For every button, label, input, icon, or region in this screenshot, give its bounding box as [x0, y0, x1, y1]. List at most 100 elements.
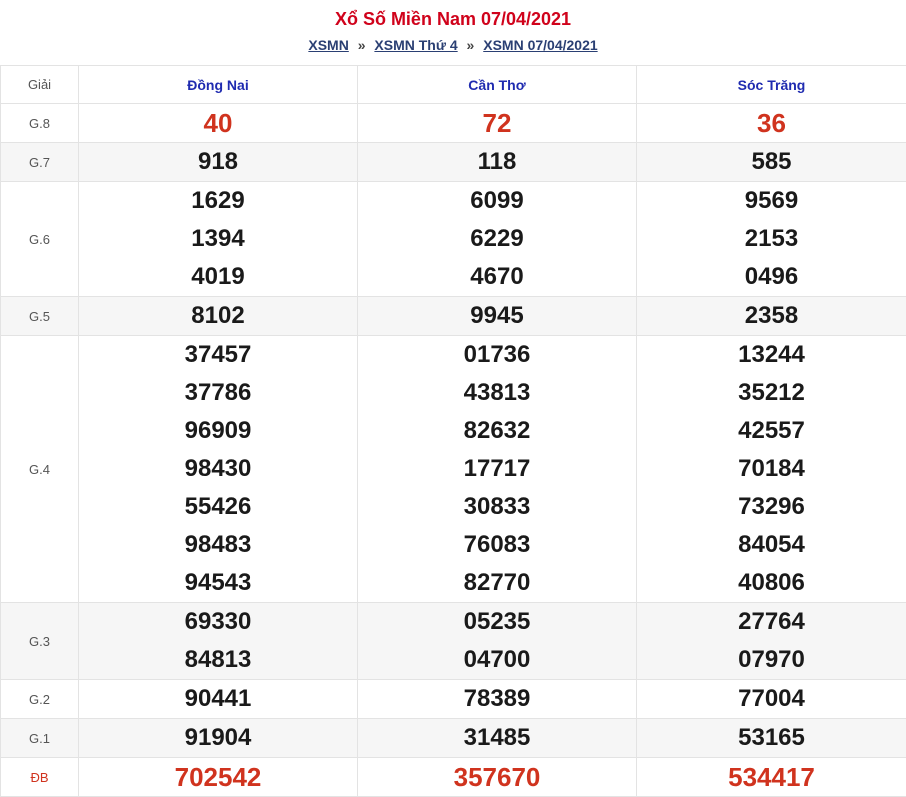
result-cell: 69330 84813: [78, 602, 358, 680]
result-number: 94543: [184, 569, 252, 596]
result-number: 55426: [184, 493, 252, 520]
result-cell: 31485: [357, 718, 637, 758]
prize-label: G.5: [0, 296, 79, 336]
breadcrumb-separator: »: [466, 37, 475, 53]
result-number: 37457: [184, 341, 252, 368]
breadcrumb-link-xsmn[interactable]: XSMN: [308, 37, 348, 53]
result-number: 82632: [463, 417, 531, 444]
result-number: 70184: [738, 455, 805, 482]
table-row: G.5 8102 9945 2358: [0, 296, 906, 336]
result-number: 98483: [184, 531, 252, 558]
result-cell: 2358: [636, 296, 906, 336]
result-cell: 01736 43813 82632 17717 30833 76083 82770: [357, 335, 637, 603]
result-cell: 37457 37786 96909 98430 55426 98483 94543: [78, 335, 358, 603]
table-row: G.4 37457 37786 96909 98430 55426 98483 94543 01…: [0, 335, 906, 603]
result-number: 05235: [463, 608, 531, 635]
prize-label: G.2: [0, 679, 79, 719]
page-header: Xổ Số Miền Nam 07/04/2021 XSMN » XSMN Th…: [0, 0, 906, 65]
result-number: 91904: [184, 724, 252, 751]
results-body: G.8 40 72 36 G.7 918 118 585 G.6 1629 1394 4019 6099…: [0, 103, 906, 797]
result-number: 357670: [453, 762, 541, 792]
prize-label: G.8: [0, 103, 79, 143]
result-number: 90441: [184, 685, 252, 712]
result-number: 9569: [744, 187, 799, 214]
result-number: 96909: [184, 417, 252, 444]
result-number: 9945: [470, 302, 524, 329]
result-cell: 918: [78, 142, 358, 182]
result-number: 6099: [470, 187, 524, 214]
result-cell: 118: [357, 142, 637, 182]
table-header-row: Giải Đồng Nai Cần Thơ Sóc Trăng: [0, 65, 906, 104]
results-table: Giải Đồng Nai Cần Thơ Sóc Trăng G.8 40 72 3…: [0, 65, 906, 797]
result-number: 35212: [738, 379, 805, 406]
result-cell: 05235 04700: [357, 602, 637, 680]
breadcrumb: XSMN » XSMN Thứ 4 » XSMN 07/04/2021: [0, 36, 906, 54]
prize-label: G.1: [0, 718, 79, 758]
result-number: 04700: [463, 646, 531, 673]
result-cell: 77004: [636, 679, 906, 719]
result-number: 0496: [744, 263, 799, 290]
result-number: 8102: [191, 302, 245, 329]
result-number: 27764: [738, 608, 805, 635]
result-number: 2358: [744, 302, 799, 329]
result-number: 1394: [191, 225, 245, 252]
result-number: 84054: [738, 531, 805, 558]
result-number: 73296: [738, 493, 805, 520]
result-cell: 357670: [357, 757, 637, 797]
breadcrumb-link-xsmn-date[interactable]: XSMN 07/04/2021: [483, 37, 597, 53]
result-cell: 702542: [78, 757, 358, 797]
result-cell: 585: [636, 142, 906, 182]
result-cell: 40: [78, 103, 358, 143]
province-header-soc-trang[interactable]: Sóc Trăng: [636, 65, 906, 104]
result-number: 585: [751, 148, 792, 175]
result-number: 13244: [738, 341, 805, 368]
result-cell: 36: [636, 103, 906, 143]
result-cell: 27764 07970: [636, 602, 906, 680]
result-number: 31485: [463, 724, 531, 751]
result-cell: 91904: [78, 718, 358, 758]
result-cell: 1629 1394 4019: [78, 181, 358, 297]
prize-label: G.7: [0, 142, 79, 182]
result-cell: 8102: [78, 296, 358, 336]
table-row: G.8 40 72 36: [0, 103, 906, 143]
result-number: 36: [757, 108, 786, 138]
result-number: 78389: [463, 685, 531, 712]
result-number: 69330: [184, 608, 252, 635]
result-number: 118: [477, 148, 517, 175]
prize-label: ĐB: [0, 757, 79, 797]
province-header-dong-nai[interactable]: Đồng Nai: [78, 65, 358, 104]
result-number: 43813: [463, 379, 531, 406]
breadcrumb-separator: »: [357, 37, 366, 53]
result-number: 72: [482, 108, 512, 138]
result-number: 82770: [463, 569, 531, 596]
prize-label: G.3: [0, 602, 79, 680]
result-number: 17717: [463, 455, 531, 482]
table-row: G.3 69330 84813 05235 04700 27764 07970: [0, 602, 906, 680]
prize-column-header: Giải: [0, 65, 79, 104]
breadcrumb-link-xsmn-thu-4[interactable]: XSMN Thứ 4: [374, 37, 457, 53]
result-number: 77004: [738, 685, 805, 712]
result-cell: 53165: [636, 718, 906, 758]
result-number: 40806: [738, 569, 805, 596]
result-number: 84813: [184, 646, 252, 673]
result-cell: 9569 2153 0496: [636, 181, 906, 297]
result-number: 918: [197, 148, 239, 175]
table-row: G.6 1629 1394 4019 6099 6229 4670 9569 2153 0496: [0, 181, 906, 297]
table-row: G.7 918 118 585: [0, 142, 906, 182]
result-number: 4670: [470, 263, 524, 290]
result-number: 4019: [191, 263, 245, 290]
table-row: ĐB 702542 357670 534417: [0, 757, 906, 797]
table-row: G.2 90441 78389 77004: [0, 679, 906, 719]
province-header-can-tho[interactable]: Cần Thơ: [357, 65, 637, 104]
prize-label: G.4: [0, 335, 79, 603]
result-number: 98430: [184, 455, 252, 482]
result-number: 07970: [738, 646, 805, 673]
result-cell: 13244 35212 42557 70184 73296 84054 40806: [636, 335, 906, 603]
result-cell: 6099 6229 4670: [357, 181, 637, 297]
result-cell: 534417: [636, 757, 906, 797]
result-number: 534417: [728, 762, 815, 792]
table-row: G.1 91904 31485 53165: [0, 718, 906, 758]
result-number: 40: [203, 108, 233, 138]
result-number: 30833: [463, 493, 531, 520]
result-number: 01736: [463, 341, 531, 368]
